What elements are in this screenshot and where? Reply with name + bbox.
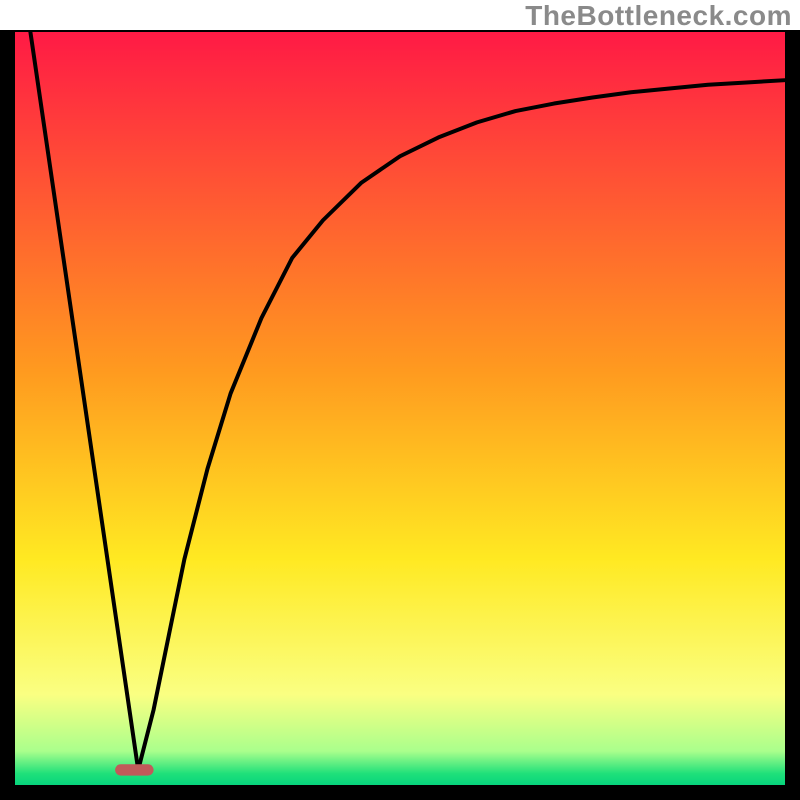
plot-background [15,32,785,785]
watermark-text: TheBottleneck.com [525,0,792,32]
chart-container: TheBottleneck.com [0,0,800,800]
chart-svg [0,0,800,800]
optimal-marker [115,764,154,775]
